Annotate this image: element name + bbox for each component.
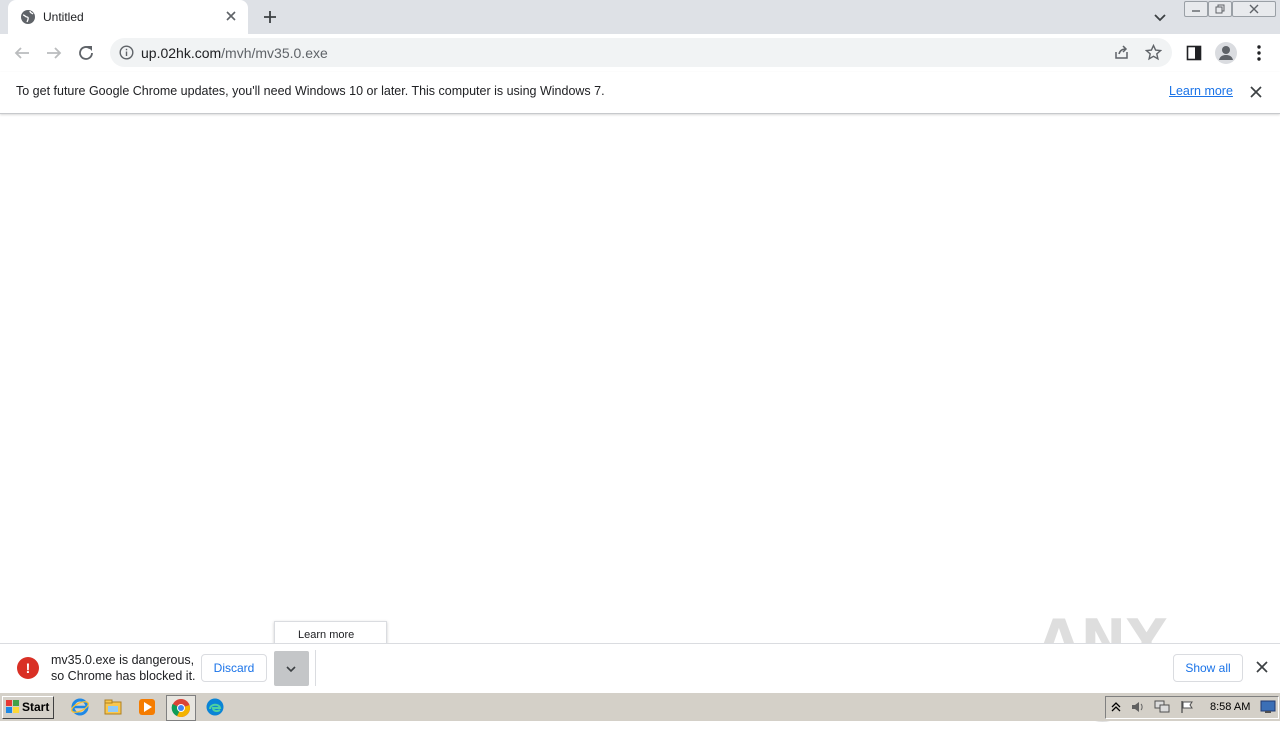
edge-icon[interactable]	[205, 697, 225, 717]
windows-logo-icon	[5, 699, 21, 715]
download-warning-text: mv35.0.exe is dangerous, so Chrome has b…	[51, 652, 196, 684]
file-explorer-icon[interactable]	[103, 697, 123, 717]
system-tray: 8:58 AM	[1105, 696, 1279, 719]
shelf-divider	[315, 650, 316, 686]
new-tab-icon[interactable]	[262, 9, 278, 25]
url-host: up.02hk.com	[141, 45, 222, 61]
start-button[interactable]: Start	[2, 696, 54, 719]
tab-strip: Untitled	[0, 0, 1280, 34]
menu-item-learn-more[interactable]: Learn more	[298, 629, 354, 641]
update-infobar: To get future Google Chrome updates, you…	[0, 72, 1280, 114]
browser-toolbar: up.02hk.com/mvh/mv35.0.exe	[0, 34, 1280, 73]
chevron-down-icon	[285, 663, 297, 675]
media-player-icon[interactable]	[137, 697, 157, 717]
info-icon[interactable]	[119, 45, 134, 60]
show-all-button[interactable]: Show all	[1173, 654, 1243, 682]
profile-avatar-icon[interactable]	[1214, 41, 1238, 65]
globe-icon	[20, 9, 36, 25]
tray-expand-icon[interactable]	[1110, 700, 1122, 714]
tab-untitled[interactable]: Untitled	[8, 0, 248, 34]
infobar-learn-more-link[interactable]: Learn more	[1169, 84, 1233, 98]
restore-button[interactable]	[1208, 1, 1232, 17]
url-text[interactable]: up.02hk.com/mvh/mv35.0.exe	[141, 45, 328, 61]
internet-explorer-icon[interactable]	[70, 697, 90, 717]
download-shelf: ! mv35.0.exe is dangerous, so Chrome has…	[0, 643, 1280, 692]
bookmark-star-icon[interactable]	[1145, 44, 1162, 61]
show-desktop-icon[interactable]	[1260, 700, 1276, 714]
chrome-icon	[171, 698, 191, 718]
url-path: /mvh/mv35.0.exe	[221, 45, 328, 61]
download-warning-line1: mv35.0.exe is dangerous,	[51, 653, 195, 667]
infobar-message: To get future Google Chrome updates, you…	[16, 84, 605, 98]
network-icon[interactable]	[1154, 700, 1170, 714]
more-menu-icon[interactable]	[1251, 44, 1267, 62]
volume-icon[interactable]	[1130, 700, 1146, 714]
page-content	[0, 114, 1280, 642]
taskbar-clock[interactable]: 8:58 AM	[1210, 701, 1250, 713]
reload-icon[interactable]	[77, 44, 95, 62]
infobar-close-icon[interactable]	[1250, 86, 1262, 98]
minimize-button[interactable]	[1184, 1, 1208, 17]
tab-close-icon[interactable]	[225, 10, 237, 22]
tab-title: Untitled	[43, 10, 84, 24]
back-icon[interactable]	[13, 44, 31, 62]
download-options-button[interactable]	[274, 651, 309, 686]
address-bar[interactable]: up.02hk.com/mvh/mv35.0.exe	[110, 38, 1172, 67]
download-warning-line2: so Chrome has blocked it.	[51, 669, 196, 683]
side-panel-icon[interactable]	[1186, 45, 1202, 61]
chevron-down-icon[interactable]	[1153, 10, 1167, 24]
danger-warning-icon: !	[17, 657, 39, 679]
action-center-flag-icon[interactable]	[1180, 700, 1194, 714]
share-icon[interactable]	[1113, 44, 1130, 61]
discard-button[interactable]: Discard	[201, 654, 267, 682]
chrome-taskbar-button[interactable]	[166, 695, 196, 721]
start-label: Start	[22, 700, 50, 714]
shelf-close-icon[interactable]	[1256, 661, 1268, 673]
forward-icon[interactable]	[45, 44, 63, 62]
window-close-button[interactable]	[1232, 1, 1276, 17]
windows-taskbar: Start 8:58 AM	[0, 692, 1280, 721]
